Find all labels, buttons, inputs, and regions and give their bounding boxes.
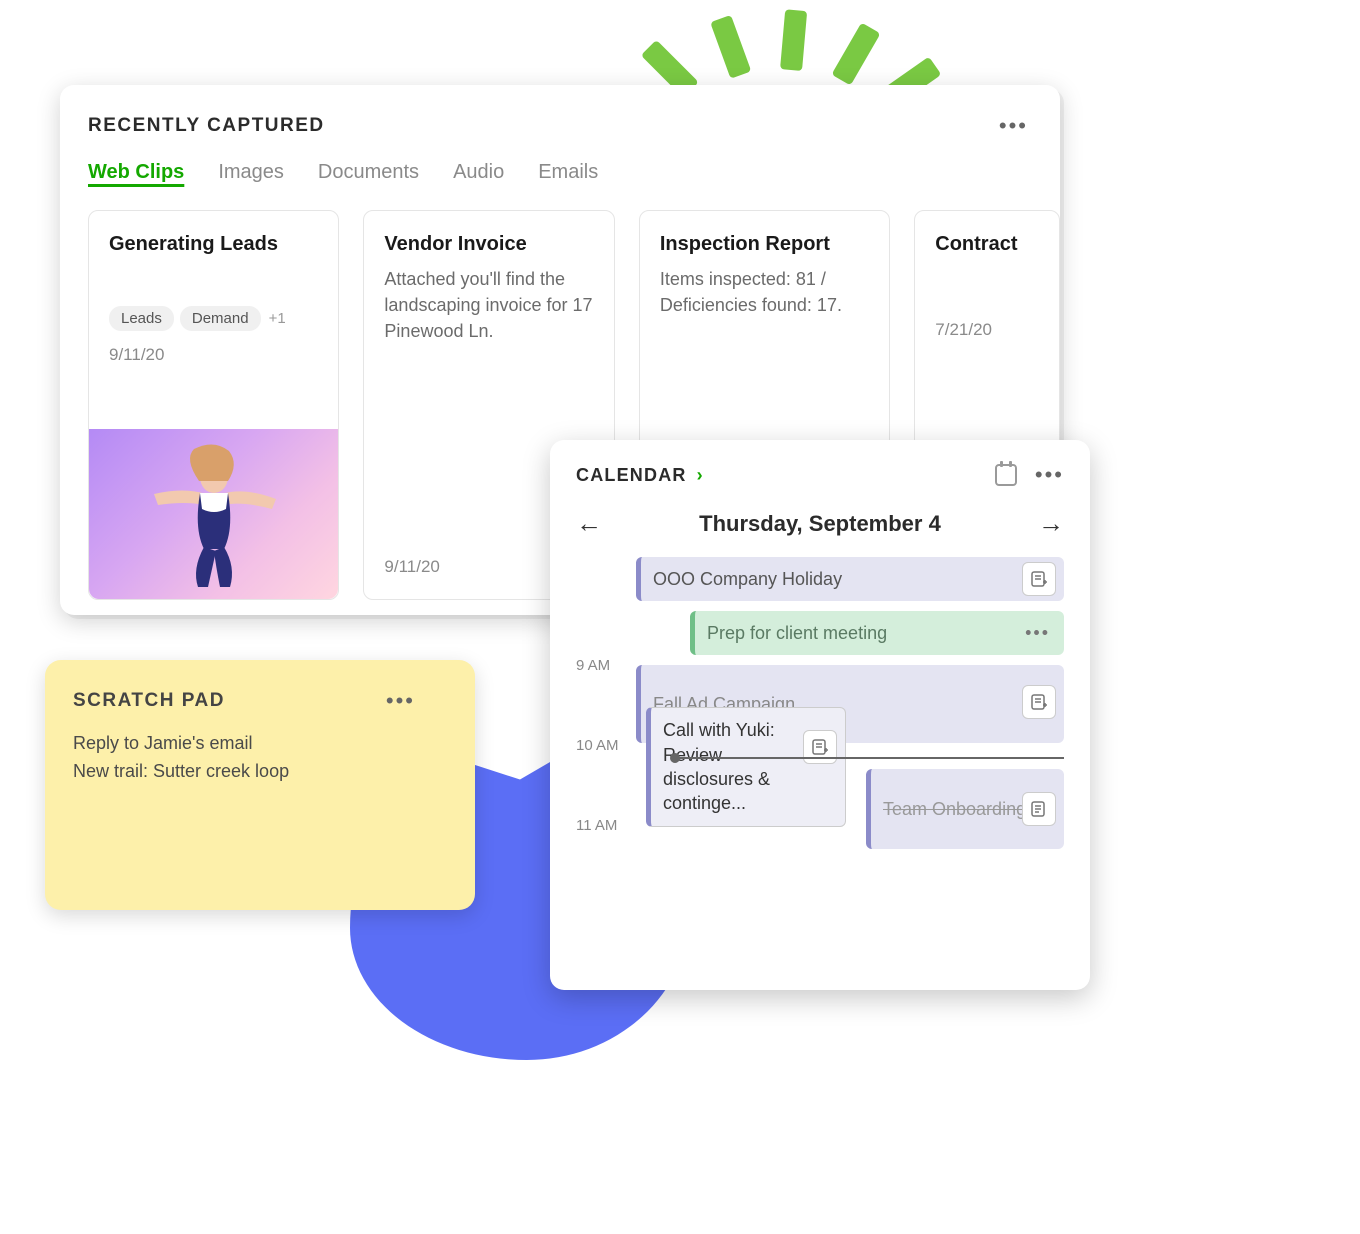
calendar-event[interactable]: OOO Company Holiday [636, 557, 1064, 601]
recently-captured-more-icon[interactable]: ••• [999, 113, 1028, 139]
calendar-icon[interactable] [995, 464, 1017, 486]
calendar-more-icon[interactable]: ••• [1035, 462, 1064, 488]
chip-more[interactable]: +1 [269, 310, 286, 327]
scratch-pad-title: SCRATCH PAD [73, 690, 225, 712]
dancer-image [144, 439, 284, 589]
card-chips: Leads Demand +1 [109, 306, 318, 331]
time-label: 10 AM [576, 737, 619, 817]
card-title: Vendor Invoice [384, 233, 593, 256]
tab-documents[interactable]: Documents [318, 161, 419, 184]
note-icon[interactable] [1022, 792, 1056, 826]
recent-tabs: Web Clips Images Documents Audio Emails [88, 161, 1060, 184]
tab-audio[interactable]: Audio [453, 161, 504, 184]
current-time-indicator [676, 757, 1064, 759]
card-date: 9/11/20 [109, 345, 318, 365]
card-thumbnail [89, 429, 338, 599]
card-title: Contract [935, 233, 1039, 256]
card-title: Inspection Report [660, 233, 869, 256]
calendar-title: CALENDAR [576, 465, 687, 486]
tab-images[interactable]: Images [218, 161, 284, 184]
time-label: 11 AM [576, 817, 619, 897]
tab-emails[interactable]: Emails [538, 161, 598, 184]
calendar-next-button[interactable]: → [1038, 508, 1064, 539]
calendar-event[interactable]: Team Onboarding [866, 769, 1064, 849]
chevron-right-icon[interactable]: › [697, 465, 703, 486]
time-label: 9 AM [576, 657, 619, 737]
card-snippet: Attached you'll find the landscaping inv… [384, 266, 593, 344]
add-note-icon[interactable] [1022, 562, 1056, 596]
scratch-pad-panel: SCRATCH PAD ••• Reply to Jamie's email N… [45, 660, 475, 910]
tab-web-clips[interactable]: Web Clips [88, 161, 184, 184]
card-date: 7/21/20 [935, 320, 1039, 340]
calendar-event[interactable]: Prep for client meeting ••• [690, 611, 1064, 655]
add-note-icon[interactable] [1022, 685, 1056, 719]
scratch-line: New trail: Sutter creek loop [73, 758, 447, 786]
calendar-event[interactable]: Call with Yuki: Review disclosures & con… [646, 707, 846, 827]
scratch-pad-more-icon[interactable]: ••• [386, 688, 415, 714]
calendar-date-label: Thursday, September 4 [699, 511, 941, 537]
calendar-panel: CALENDAR › ••• ← Thursday, September 4 →… [550, 440, 1090, 990]
recently-captured-title: RECENTLY CAPTURED [88, 115, 325, 137]
card-snippet: Items inspected: 81 / Deficiencies found… [660, 266, 869, 318]
card-title: Generating Leads [109, 233, 318, 256]
event-label: Call with Yuki: Review disclosures & con… [663, 718, 799, 815]
chip[interactable]: Leads [109, 306, 174, 331]
event-label: Prep for client meeting [707, 623, 887, 644]
time-axis: 9 AM 10 AM 11 AM [576, 657, 619, 897]
scratch-pad-content[interactable]: Reply to Jamie's email New trail: Sutter… [73, 730, 447, 786]
calendar-prev-button[interactable]: ← [576, 508, 602, 539]
recent-card[interactable]: Generating Leads Leads Demand +1 9/11/20 [88, 210, 339, 600]
scratch-line: Reply to Jamie's email [73, 730, 447, 758]
event-label: OOO Company Holiday [653, 569, 842, 590]
event-label: Team Onboarding [883, 799, 1026, 820]
chip[interactable]: Demand [180, 306, 261, 331]
event-more-icon[interactable]: ••• [1025, 623, 1050, 644]
